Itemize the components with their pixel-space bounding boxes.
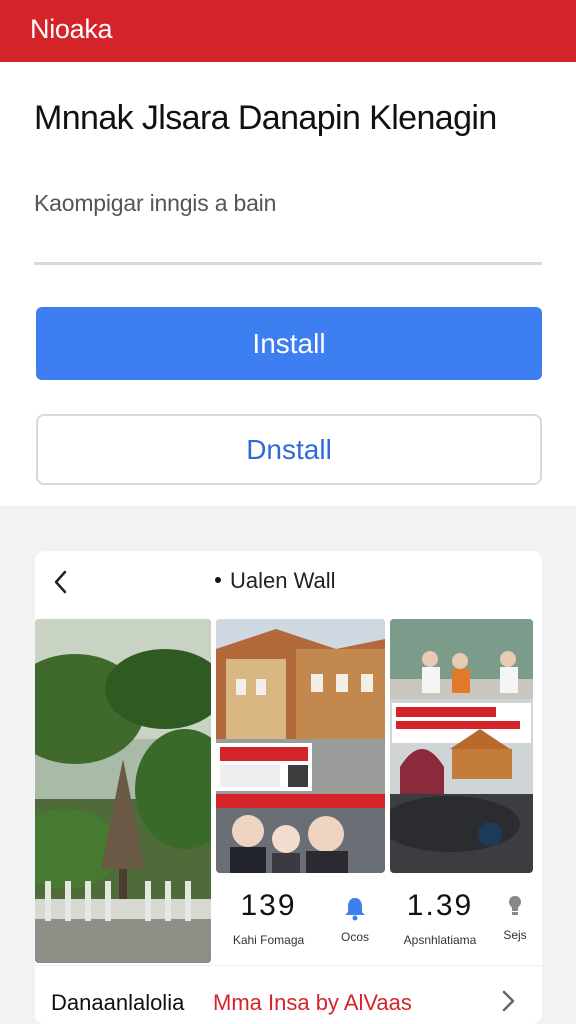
stat-label: Ocos <box>340 930 369 944</box>
stat-3: 1.39 Apsnhlatiama <box>390 889 490 947</box>
event-collage-photo <box>390 619 533 873</box>
stat-value: 139 <box>240 889 297 922</box>
publisher-name: Danaanlalolia <box>51 990 185 1015</box>
publisher-link[interactable]: Mma Insa by AlVaas <box>213 990 412 1016</box>
building-collage-photo <box>216 619 385 873</box>
garden-photo <box>35 619 211 963</box>
gallery-card: Ualen Wall 139 Kahi Fomaga Ocos 1.39 Aps… <box>35 551 542 1024</box>
page-subtitle: Kaompigar inngis a bain <box>34 190 277 216</box>
stat-label: Kahi Fomaga <box>232 933 305 947</box>
stat-1: 139 Kahi Fomaga <box>216 889 321 947</box>
app-brand: Nioaka <box>30 14 113 44</box>
hero-panel: Mnnak Jlsara Danapin Klenagin Kaompigar … <box>0 62 576 506</box>
stat-2: Ocos <box>325 889 385 944</box>
tile-status-bar <box>216 619 385 641</box>
event-photo-tile[interactable] <box>390 619 533 873</box>
divider <box>34 262 542 265</box>
back-chevron-icon[interactable] <box>49 567 73 597</box>
card-title: Ualen Wall <box>230 568 336 593</box>
bell-icon <box>345 898 365 921</box>
bullet-dot <box>215 577 221 583</box>
stat-value: 1.39 <box>406 889 474 922</box>
stat-4: Sejs <box>495 889 535 942</box>
stat-label: Sejs <box>503 928 527 942</box>
garden-photo-tile[interactable] <box>35 619 211 963</box>
install-button[interactable]: Install <box>36 307 542 380</box>
chevron-right-icon[interactable] <box>499 988 517 1014</box>
building-photo-tile[interactable] <box>216 619 385 873</box>
lightbulb-icon <box>509 896 521 915</box>
tile-status-bar <box>390 619 533 641</box>
publisher-row[interactable]: Danaanlalolia Mma Insa by AlVaas <box>35 965 542 1024</box>
app-header: Nioaka <box>0 0 576 62</box>
page-title: Mnnak Jlsara Danapin Klenagin <box>34 99 497 137</box>
stat-label: Apsnhlatiama <box>403 933 477 947</box>
secondary-install-button[interactable]: Dnstall <box>36 414 542 485</box>
